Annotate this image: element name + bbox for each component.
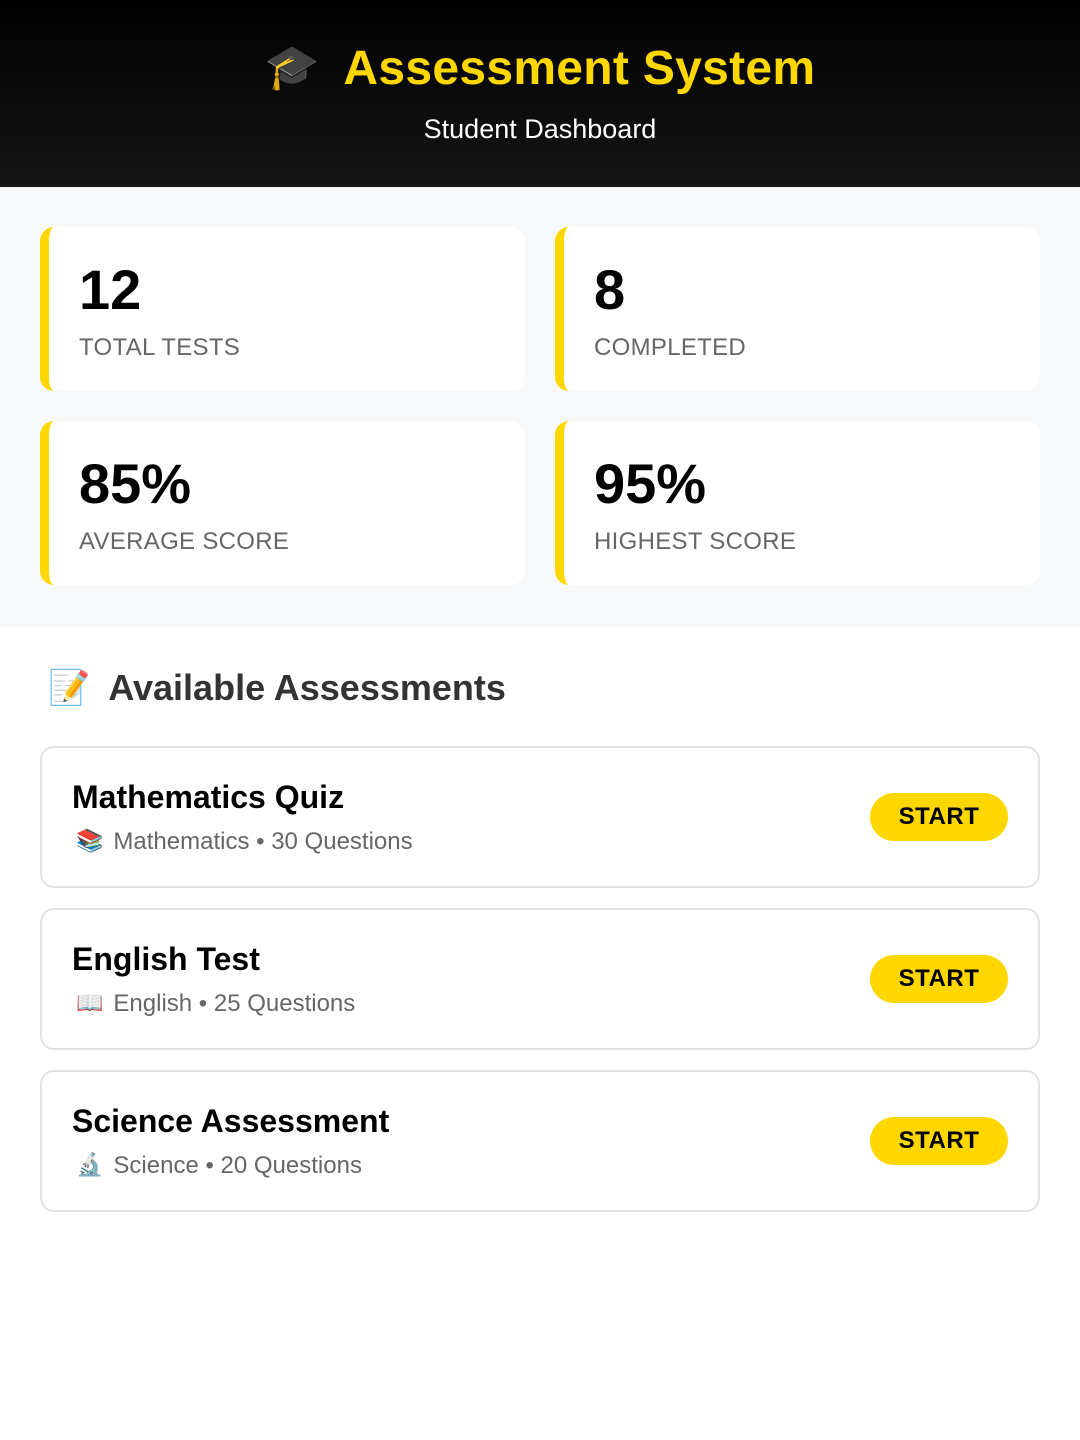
stat-value: 12 (79, 258, 142, 321)
assessment-meta: 🔬 Science • 20 Questions (72, 1152, 389, 1180)
start-button[interactable]: START (870, 1117, 1008, 1165)
books-icon: 📚 (76, 829, 104, 854)
stat-card-highest-score: 95% HIGHEST SCORE (555, 421, 1040, 585)
stat-label: TOTAL TESTS (79, 333, 241, 361)
assessment-info: Science Assessment 🔬 Science • 20 Questi… (72, 1103, 389, 1180)
stat-value: 85% (79, 452, 192, 515)
assessment-info: English Test 📖 English • 25 Questions (72, 941, 355, 1018)
assessment-card-science: Science Assessment 🔬 Science • 20 Questi… (40, 1070, 1040, 1212)
stat-label: AVERAGE SCORE (79, 527, 290, 555)
assessment-info: Mathematics Quiz 📚 Mathematics • 30 Ques… (72, 779, 413, 856)
start-button[interactable]: START (870, 793, 1008, 841)
stat-value: 95% (594, 452, 707, 515)
app-subtitle: Student Dashboard (423, 114, 657, 144)
microscope-icon: 🔬 (76, 1153, 104, 1178)
stat-value: 8 (594, 258, 626, 321)
stat-label: COMPLETED (594, 333, 747, 361)
assessment-meta-text: English • 25 Questions (113, 989, 356, 1017)
stats-grid: 12 TOTAL TESTS 8 COMPLETED 85% AVERAGE S… (40, 227, 1040, 585)
stat-card-average-score: 85% AVERAGE SCORE (40, 421, 525, 585)
assessment-meta: 📖 English • 25 Questions (72, 990, 355, 1018)
assessment-card-english: English Test 📖 English • 25 Questions ST… (40, 908, 1040, 1050)
assessment-name: Science Assessment (72, 1102, 390, 1139)
assessment-list: Mathematics Quiz 📚 Mathematics • 30 Ques… (40, 746, 1040, 1212)
stat-card-total-tests: 12 TOTAL TESTS (40, 227, 525, 391)
app-header: 🎓 Assessment System Student Dashboard (0, 0, 1080, 187)
assessment-name: Mathematics Quiz (72, 778, 345, 815)
stat-label: HIGHEST SCORE (594, 527, 797, 555)
start-button[interactable]: START (870, 955, 1008, 1003)
section-title-row: 📝 Available Assessments (48, 667, 1040, 709)
assessment-name: English Test (72, 940, 260, 977)
graduation-cap-icon: 🎓 (264, 42, 320, 93)
assessment-meta-text: Mathematics • 30 Questions (113, 827, 413, 855)
assessments-section: 📝 Available Assessments Mathematics Quiz… (0, 627, 1080, 1212)
stat-card-completed: 8 COMPLETED (555, 227, 1040, 391)
stats-area: 12 TOTAL TESTS 8 COMPLETED 85% AVERAGE S… (0, 187, 1080, 627)
memo-icon: 📝 (48, 668, 91, 708)
section-title: Available Assessments (108, 667, 506, 708)
assessment-meta: 📚 Mathematics • 30 Questions (72, 828, 413, 856)
assessment-card-mathematics: Mathematics Quiz 📚 Mathematics • 30 Ques… (40, 746, 1040, 888)
open-book-icon: 📖 (76, 991, 104, 1016)
assessment-meta-text: Science • 20 Questions (113, 1151, 362, 1179)
app-title: Assessment System (343, 41, 816, 95)
header-title-row: 🎓 Assessment System (265, 38, 816, 98)
